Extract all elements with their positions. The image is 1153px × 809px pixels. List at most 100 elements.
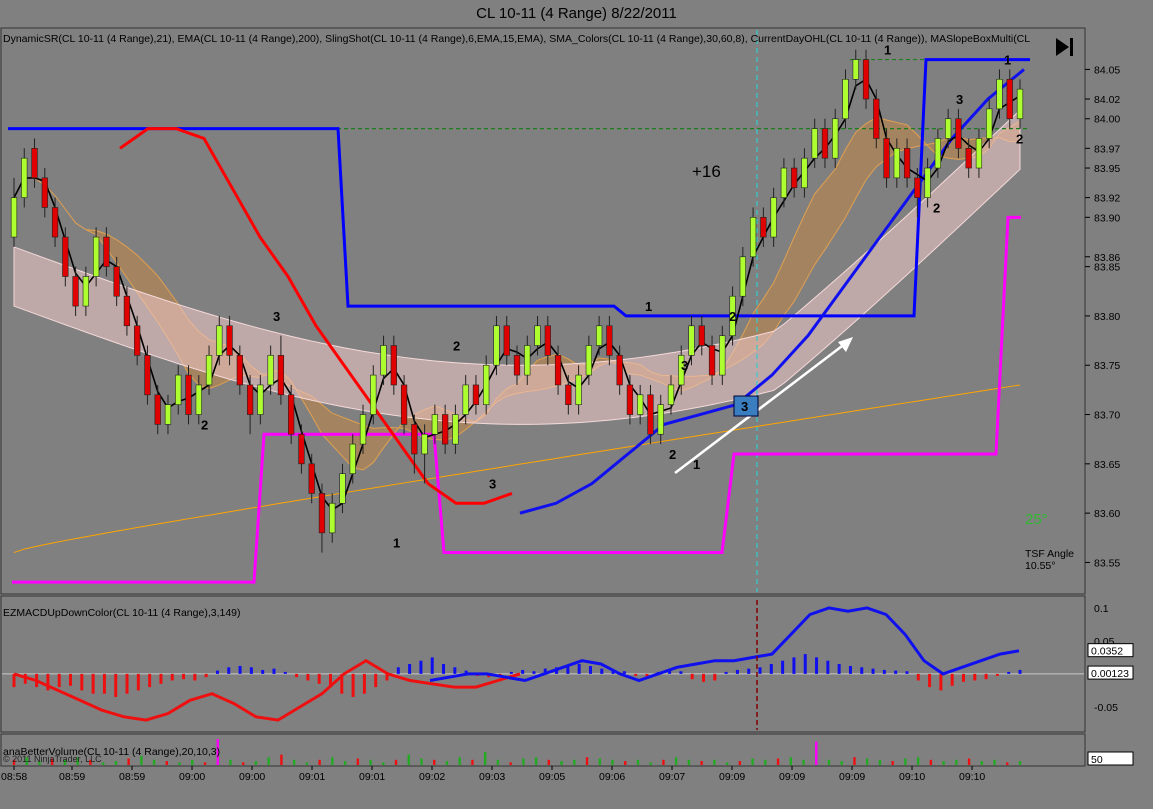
candle-body [216, 325, 223, 356]
candle-body [411, 424, 418, 455]
volume-bar [955, 759, 958, 765]
candle-body [791, 167, 798, 189]
volume-bar [585, 757, 589, 765]
macd-histogram-bar [577, 664, 581, 674]
candle-body [770, 197, 777, 238]
price-tick-label: 83.90 [1094, 212, 1120, 224]
volume-bar [751, 758, 754, 765]
macd-histogram-bar [114, 673, 118, 697]
candle-body [10, 197, 18, 238]
macd-value-1: 0.0352 [1091, 646, 1123, 658]
volume-bar [904, 758, 907, 765]
volume-bar [369, 759, 372, 765]
volume-bar [878, 759, 882, 765]
candle-body [462, 384, 469, 415]
candle [842, 69, 849, 129]
volume-bar [547, 759, 551, 765]
volume-bar [522, 758, 525, 765]
candle-body [873, 98, 880, 139]
macd-histogram-bar [747, 668, 751, 674]
volume-bar [700, 761, 703, 765]
candle-body [585, 345, 592, 376]
candle-body [739, 256, 746, 297]
macd-histogram-bar [317, 673, 321, 684]
candle-body [719, 335, 726, 376]
skip-forward-icon[interactable] [1056, 38, 1073, 56]
macd-histogram-bar [509, 671, 513, 674]
candle-body [903, 148, 911, 179]
candle-body [811, 128, 818, 159]
volume-bar [1006, 762, 1009, 765]
candle-body [113, 266, 120, 297]
volume-bar [394, 759, 398, 765]
swing-count-label: 3 [681, 358, 688, 373]
volume-bar [191, 759, 194, 765]
macd-tick-label: -0.05 [1094, 702, 1118, 714]
macd-histogram-bar [928, 673, 932, 688]
macd-histogram-bar [249, 667, 253, 674]
candle [298, 424, 305, 474]
candle-body [246, 384, 254, 415]
macd-histogram-bar [588, 665, 592, 674]
macd-histogram-bar [362, 673, 366, 694]
macd-histogram-bar [984, 673, 988, 680]
macd-histogram-bar [848, 665, 852, 674]
macd-histogram-bar [735, 669, 739, 674]
macd-histogram-bar [182, 673, 186, 680]
volume-bar [713, 759, 716, 765]
volume-bar [229, 759, 232, 765]
swing-count-label: 3 [273, 309, 280, 324]
candle-body [144, 355, 151, 396]
price-tick-label: 83.80 [1094, 311, 1120, 323]
volume-bar [573, 759, 576, 765]
volume-bar [305, 762, 309, 765]
candle-body [195, 384, 202, 415]
macd-histogram-bar [261, 669, 265, 674]
candle-body [821, 128, 829, 159]
candle-body [359, 414, 367, 445]
candle-body [657, 404, 664, 435]
candle-body [534, 325, 541, 346]
candle-body [21, 157, 28, 198]
volume-bar [331, 757, 334, 765]
candle-body [606, 325, 613, 356]
macd-histogram-bar [837, 664, 841, 674]
macd-histogram-bar [159, 673, 163, 684]
candle [821, 118, 829, 169]
macd-histogram-bar [916, 673, 920, 681]
volume-bar [993, 759, 996, 765]
macd-histogram-bar [961, 673, 965, 682]
volume-bar [267, 757, 270, 765]
macd-histogram-bar [713, 673, 717, 681]
macd-histogram-bar [442, 664, 446, 674]
macd-histogram-bar [600, 668, 604, 674]
candle-body [452, 414, 459, 445]
macd-histogram-bar [272, 668, 276, 674]
candle-body [934, 138, 942, 169]
price-tick-label: 84.00 [1094, 114, 1120, 126]
time-tick-label: 09:10 [899, 771, 925, 783]
candle-body [544, 325, 551, 356]
volume-bar [356, 758, 360, 765]
candle-body [308, 463, 315, 494]
candle-body [667, 384, 675, 405]
candle-body [82, 276, 89, 307]
candle-body [421, 433, 428, 455]
volume-bar [967, 758, 971, 765]
macd-histogram-bar [396, 667, 400, 674]
candle [852, 49, 859, 90]
candle-body [616, 355, 623, 386]
candle-body [637, 394, 644, 415]
candle [791, 158, 798, 198]
candle-body [175, 374, 182, 405]
volume-bar [496, 759, 500, 765]
candle-body [893, 148, 900, 179]
chart-canvas[interactable]: 123213123213212 84.0584.0284.0083.9783.9… [0, 0, 1153, 809]
volume-bar [725, 762, 729, 765]
swing-count-label: 1 [393, 536, 400, 551]
candle-body [1006, 78, 1013, 120]
swing-count-label: 3 [489, 477, 496, 492]
macd-histogram-bar [125, 673, 129, 694]
volume-bar [916, 757, 920, 765]
candle-body [123, 295, 131, 327]
